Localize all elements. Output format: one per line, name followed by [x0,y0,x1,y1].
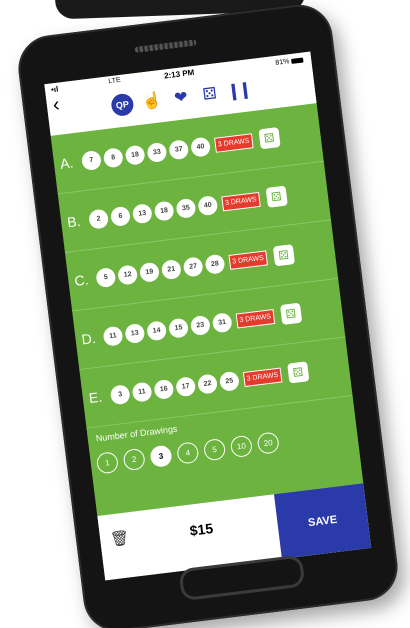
number-ball[interactable]: 28 [204,253,226,275]
drawings-option[interactable]: 20 [256,431,280,455]
number-ball[interactable]: 11 [131,381,153,403]
bar-chart-icon[interactable]: ❙❙ [226,79,251,101]
number-ball[interactable]: 11 [102,325,124,347]
number-ball[interactable]: 19 [138,261,161,283]
drawings-option[interactable]: 5 [202,437,227,462]
number-ball[interactable]: 6 [109,205,131,227]
draws-badge: 3 DRAWS [221,191,261,211]
battery-indicator: 81% [275,56,304,67]
draws-badge: 3 DRAWS [235,308,275,328]
number-ball[interactable]: 33 [146,141,168,163]
number-ball[interactable]: 18 [124,144,146,166]
trash-icon[interactable]: 🗑 [109,528,130,548]
dice-icon[interactable]: ⚄ [199,83,221,105]
drawings-option[interactable]: 1 [95,451,120,475]
number-balls: 11 13 14 15 23 31 [102,311,233,347]
screen: •ıl LTE 2:13 PM 81% ‹ QP ☝ ❤ ⚄ ❙❙ A. 7 8 18… [44,51,372,581]
number-ball[interactable]: 23 [189,314,211,336]
dice-icon[interactable]: ⚄ [258,127,281,150]
save-button[interactable]: SAVE [273,483,372,559]
number-ball[interactable]: 22 [196,372,219,395]
row-label: B. [66,212,82,231]
number-ball[interactable]: 40 [189,136,212,158]
number-ball[interactable]: 12 [117,263,139,286]
battery-icon [291,57,304,64]
number-ball[interactable]: 35 [175,197,197,219]
phone-frame: •ıl LTE 2:13 PM 81% ‹ QP ☝ ❤ ⚄ ❙❙ A. 7 8 18… [14,0,402,628]
number-ball[interactable]: 7 [80,149,102,171]
chevron-left-icon: ‹ [51,93,61,117]
number-ball[interactable]: 16 [153,378,175,400]
number-balls: 7 8 18 33 37 40 [80,136,212,171]
draws-badge: 3 DRAWS [242,367,282,387]
total-price: $15 [188,520,214,539]
number-ball[interactable]: 15 [167,317,190,339]
network-indicator: LTE [108,76,122,86]
row-label: E. [87,388,103,407]
number-ball[interactable]: 31 [211,311,233,333]
number-ball[interactable]: 25 [218,370,240,392]
battery-percent: 81% [275,58,290,67]
number-ball[interactable]: 3 [109,383,131,405]
dice-icon[interactable]: ⚄ [279,302,302,326]
number-ball[interactable]: 37 [168,138,190,160]
draws-badge: 3 DRAWS [228,249,268,270]
row-label: D. [80,329,97,348]
drawings-label: Number of Drawings [95,423,178,444]
save-label: SAVE [307,513,338,529]
toolbar: QP ☝ ❤ ⚄ ❙❙ [110,77,251,118]
number-ball[interactable]: 13 [124,322,146,344]
draws-badge: 3 DRAWS [214,132,254,153]
speaker-grille [134,39,197,53]
number-ball[interactable]: 14 [146,319,168,341]
number-balls: 3 11 16 17 22 25 [109,370,240,405]
number-ball[interactable]: 21 [160,258,182,280]
number-ball[interactable]: 5 [95,266,117,288]
number-ball[interactable]: 18 [153,199,175,222]
play-rows: A. 7 8 18 33 37 40 3 DRAWS ⚄ B. 2 6 13 18 35 40 3 DRAWS ⚄… [50,103,353,429]
row-label: A. [59,154,75,172]
row-label: C. [73,271,90,289]
dice-icon[interactable]: ⚄ [272,244,295,267]
hand-pointer-icon[interactable]: ☝ [141,90,163,112]
qp-label: QP [115,99,130,111]
back-button[interactable]: ‹ [51,93,61,117]
drawings-option[interactable]: 2 [122,447,146,472]
drawings-option[interactable]: 4 [176,441,200,465]
drawings-option[interactable]: 3 [149,444,173,468]
scene: •ıl LTE 2:13 PM 81% ‹ QP ☝ ❤ ⚄ ❙❙ A. 7 8 18… [0,0,410,628]
number-balls: 2 6 13 18 35 40 [87,194,219,230]
number-balls: 5 12 19 21 27 28 [95,253,226,288]
dice-icon[interactable]: ⚄ [286,361,310,384]
quick-pick-button[interactable]: QP [110,92,135,118]
number-ball[interactable]: 17 [175,375,197,397]
number-ball[interactable]: 13 [131,202,153,224]
number-ball[interactable]: 2 [87,208,110,230]
number-ball[interactable]: 40 [197,194,219,216]
number-ball[interactable]: 8 [102,146,124,168]
number-ball[interactable]: 27 [182,255,204,278]
heart-icon[interactable]: ❤ [170,87,192,109]
drawings-option[interactable]: 10 [229,434,254,459]
clock: 2:13 PM [163,67,195,81]
dice-icon[interactable]: ⚄ [265,185,288,208]
